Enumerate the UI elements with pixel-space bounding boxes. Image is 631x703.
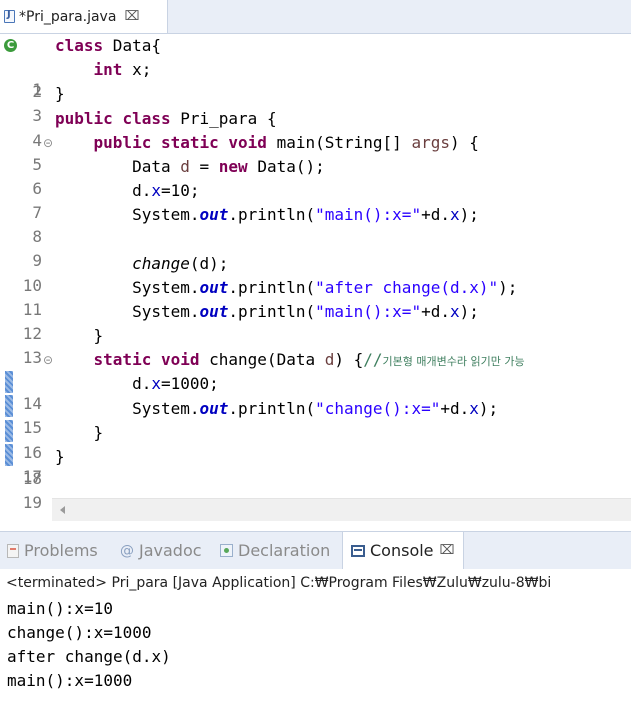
editor-tab-title: *Pri_para.java (19, 8, 117, 25)
editor-tab-pri-para[interactable]: *Pri_para.java ⌧ (0, 0, 168, 33)
code-line: 2 int x; (0, 59, 631, 101)
code-line: 16 System.out.println("change():x="+d.x)… (0, 398, 631, 462)
close-icon[interactable]: ⌧ (124, 9, 139, 24)
javadoc-icon: @ (120, 542, 134, 559)
tab-declaration-label: Declaration (238, 541, 331, 560)
code-line: 8 System.out.println("main():x="+d.x); (0, 204, 631, 246)
console-view[interactable]: <terminated> Pri_para [Java Application]… (0, 569, 631, 703)
code-line: 5 ⊝ public static void main(String[] arg… (0, 132, 631, 174)
run-marker-icon: C (4, 39, 17, 52)
code-line: 6 Data d = new Data(); (0, 156, 631, 198)
code-line: 4 public class Pri_para { (0, 108, 631, 150)
code-line: 18 } (0, 446, 631, 488)
console-output-line: main():x=1000 (7, 671, 133, 690)
comment: // (363, 350, 383, 369)
tab-javadoc-label: Javadoc (139, 541, 202, 560)
code-line: 17 } (0, 422, 631, 486)
fold-collapse-icon[interactable]: ⊝ (43, 132, 53, 154)
view-tab-bar: Problems @ Javadoc Declaration Console ⌧ (0, 531, 631, 569)
close-icon[interactable]: ⌧ (440, 543, 455, 558)
code-line: C 1 class Data{ (0, 35, 631, 99)
fold-collapse-icon[interactable]: ⊝ (43, 349, 53, 371)
console-output-line: main():x=10 (7, 599, 113, 618)
tab-problems[interactable]: Problems (7, 532, 98, 569)
java-file-icon (4, 9, 15, 23)
code-line: 10 change(d); (0, 253, 631, 295)
scroll-left-arrow-icon[interactable] (60, 506, 65, 514)
code-line: 3 } (0, 83, 631, 125)
tab-declaration[interactable]: Declaration (220, 532, 330, 569)
tab-javadoc[interactable]: @ Javadoc (120, 532, 202, 569)
code-line: 9 (0, 228, 631, 270)
eclipse-window: *Pri_para.java ⌧ C 1 class Data{ 2 int x… (0, 0, 631, 703)
horizontal-scrollbar[interactable] (52, 498, 631, 521)
code-text: Data{ (103, 36, 161, 55)
tab-console[interactable]: Console ⌧ (342, 532, 464, 569)
code-line: 14 ⊝ static void change(Data d) {//기본형 매… (0, 349, 631, 413)
code-editor[interactable]: C 1 class Data{ 2 int x; 3 } 4 public cl… (0, 34, 631, 512)
line-number: 19 (22, 493, 42, 512)
code-line: 19 (0, 470, 631, 512)
console-output-line: after change(d.x) (7, 647, 171, 666)
keyword: class (55, 36, 104, 55)
console-status-line: <terminated> Pri_para [Java Application]… (6, 575, 552, 591)
problems-icon (7, 543, 19, 558)
code-line: 11 System.out.println("after change(d.x)… (0, 277, 631, 319)
comment-korean: 기본형 매개변수라 읽기만 가능 (382, 355, 525, 368)
code-line: 7 d.x=10; (0, 180, 631, 222)
keyword: int (93, 60, 123, 79)
editor-tab-bar: *Pri_para.java ⌧ (0, 0, 631, 34)
tab-problems-label: Problems (24, 541, 98, 560)
code-line: 13 } (0, 325, 631, 367)
tab-console-label: Console (370, 541, 434, 560)
code-line: 15 d.x=1000; (0, 373, 631, 437)
declaration-icon (220, 544, 233, 557)
console-output-line: change():x=1000 (7, 623, 152, 642)
console-icon (351, 544, 365, 557)
code-line: 12 System.out.println("main():x="+d.x); (0, 301, 631, 343)
